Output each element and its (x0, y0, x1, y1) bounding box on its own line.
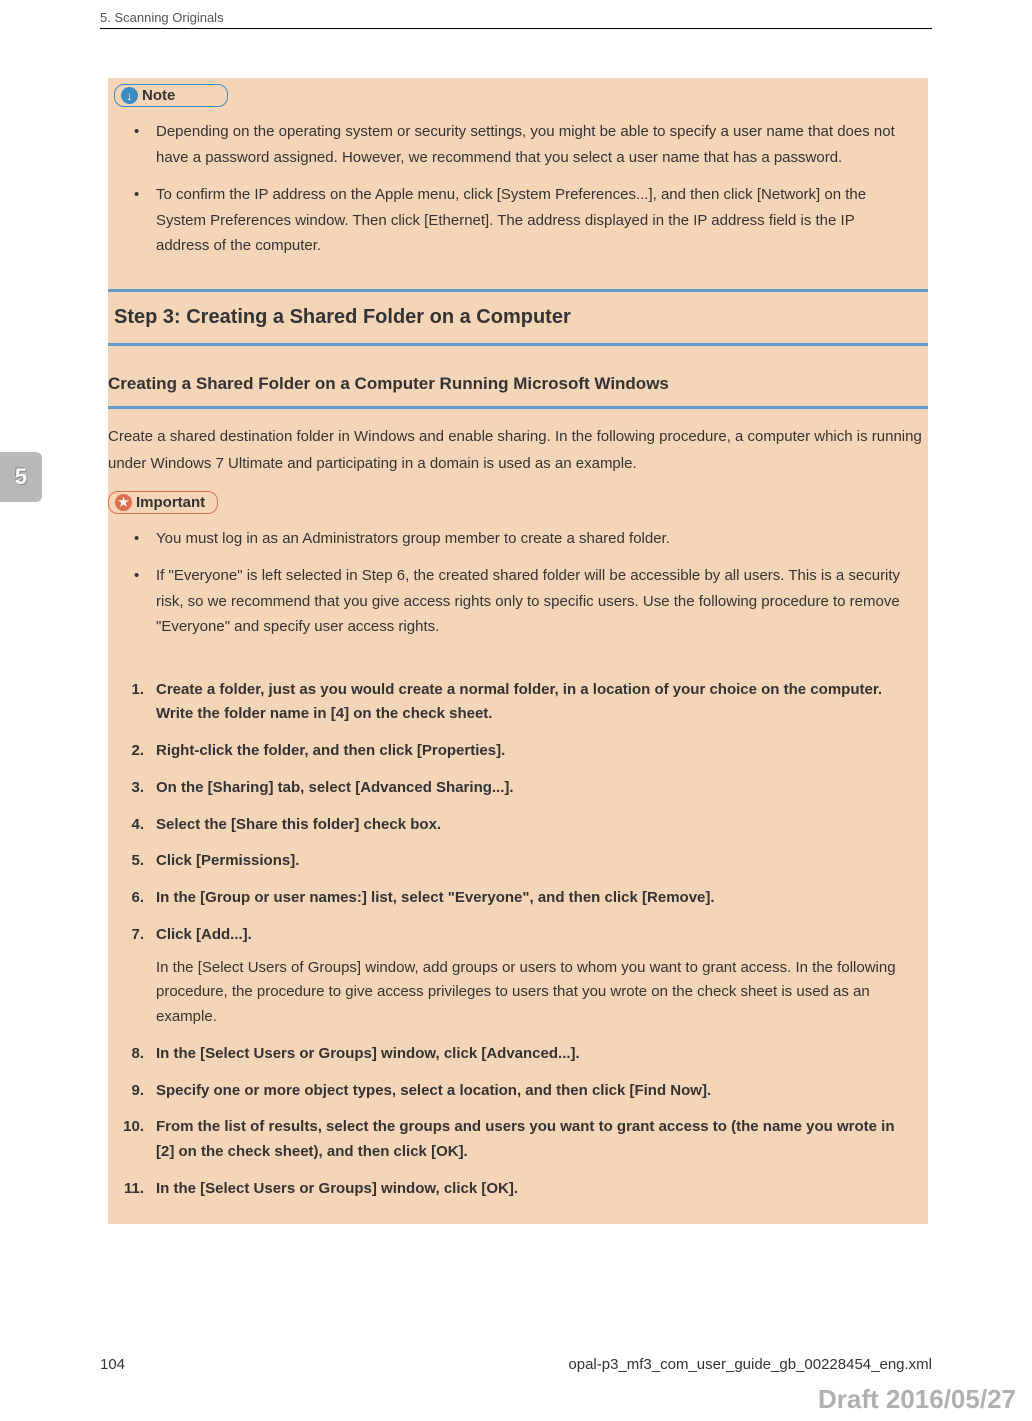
step-title: In the [Select Users or Groups] window, … (156, 1180, 518, 1197)
note-arrow-icon: ↓ (121, 87, 138, 104)
step-item: Click [Add...]. In the [Select Users of … (150, 923, 908, 1030)
step-title: Click [Permissions]. (156, 852, 299, 869)
important-item: If "Everyone" is left selected in Step 6… (150, 563, 908, 640)
step-title: Click [Add...]. (156, 926, 252, 943)
step-title: Specify one or more object types, select… (156, 1082, 711, 1099)
step-item: Select the [Share this folder] check box… (150, 813, 908, 838)
chapter-number: 5 (15, 464, 27, 490)
step-item: From the list of results, select the gro… (150, 1115, 908, 1165)
step3-heading: Step 3: Creating a Shared Folder on a Co… (108, 289, 928, 346)
step-title: Right-click the folder, and then click [… (156, 742, 505, 759)
step-title: In the [Select Users or Groups] window, … (156, 1045, 580, 1062)
header-chapter: 5. Scanning Originals (100, 10, 224, 25)
important-list: You must log in as an Administrators gro… (108, 522, 928, 670)
note-label: ↓ Note (114, 84, 228, 107)
page-content: ↓ Note Depending on the operating system… (108, 78, 928, 1224)
step3-subheading: Creating a Shared Folder on a Computer R… (108, 374, 928, 409)
note-item: To confirm the IP address on the Apple m… (150, 182, 908, 259)
chapter-tab: 5 (0, 452, 42, 502)
important-label: ★ Important (108, 491, 218, 514)
header-rule (100, 28, 932, 29)
step-title: From the list of results, select the gro… (156, 1118, 894, 1160)
important-star-icon: ★ (115, 494, 132, 511)
step3-intro: Create a shared destination folder in Wi… (108, 423, 928, 485)
step-note: In the [Select Users of Groups] window, … (156, 956, 908, 1030)
step-item: In the [Group or user names:] list, sele… (150, 886, 908, 911)
draft-stamp: Draft 2016/05/27 (818, 1384, 1016, 1415)
important-item: You must log in as an Administrators gro… (150, 526, 908, 552)
step-item: In the [Select Users or Groups] window, … (150, 1177, 908, 1202)
step-item: On the [Sharing] tab, select [Advanced S… (150, 776, 908, 801)
step-title: Select the [Share this folder] check box… (156, 816, 441, 833)
page-number: 104 (100, 1356, 125, 1373)
step-title: Create a folder, just as you would creat… (156, 681, 882, 723)
note-list: Depending on the operating system or sec… (108, 115, 928, 289)
step-item: In the [Select Users or Groups] window, … (150, 1042, 908, 1067)
note-label-text: Note (142, 87, 175, 104)
step-item: Specify one or more object types, select… (150, 1079, 908, 1104)
important-label-text: Important (136, 494, 205, 511)
procedure-steps: Create a folder, just as you would creat… (108, 670, 928, 1224)
step-title: On the [Sharing] tab, select [Advanced S… (156, 779, 514, 796)
footer-filename: opal-p3_mf3_com_user_guide_gb_00228454_e… (568, 1356, 932, 1373)
note-item: Depending on the operating system or sec… (150, 119, 908, 170)
step-item: Right-click the folder, and then click [… (150, 739, 908, 764)
step-title: In the [Group or user names:] list, sele… (156, 889, 715, 906)
step-item: Click [Permissions]. (150, 849, 908, 874)
step-item: Create a folder, just as you would creat… (150, 678, 908, 728)
